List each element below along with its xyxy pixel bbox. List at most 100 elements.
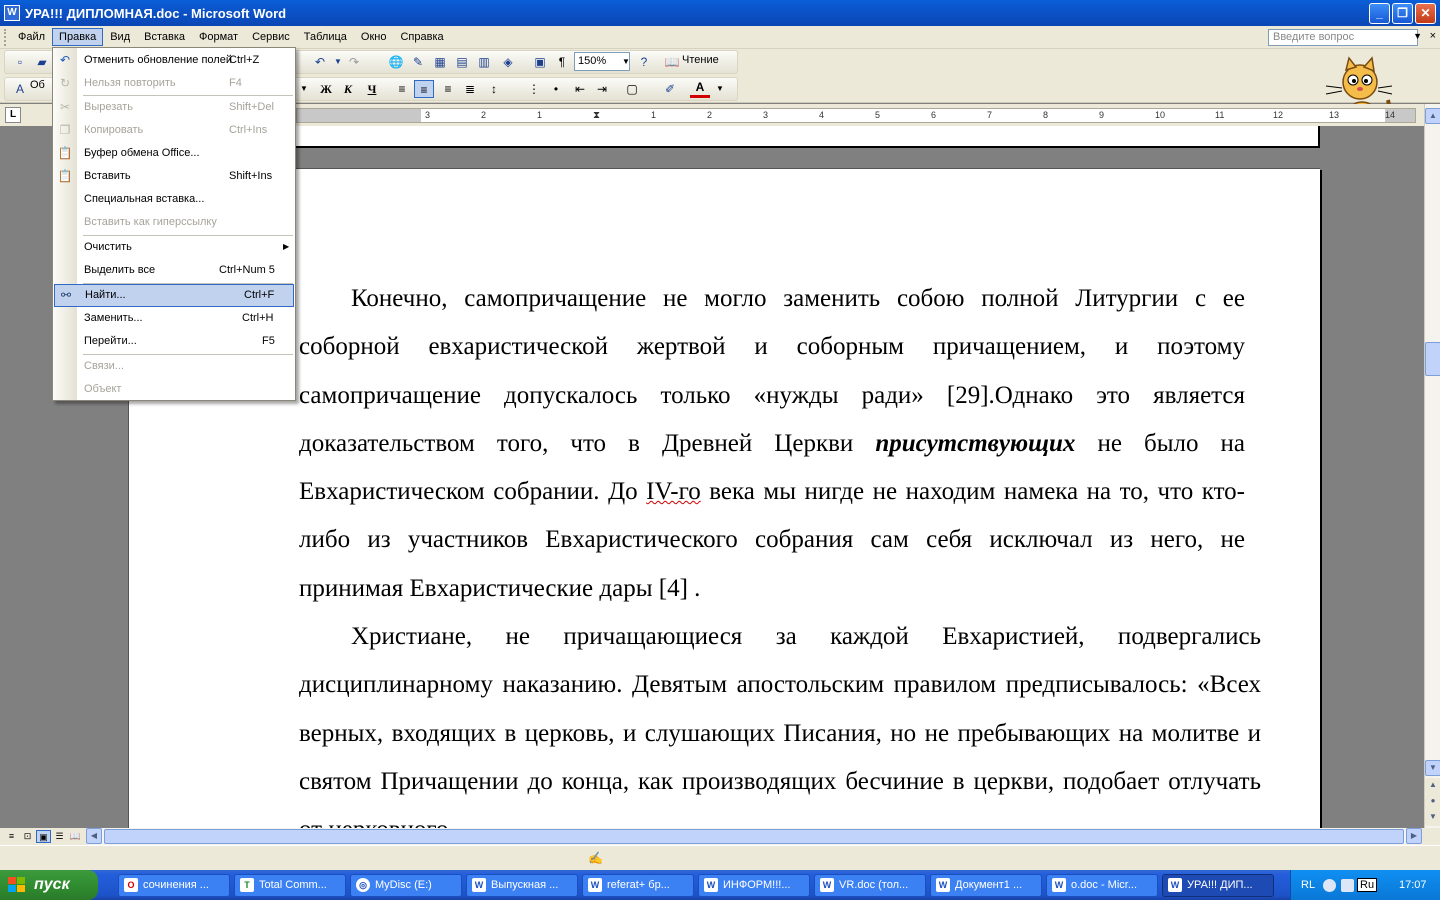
drawing-icon[interactable]: ◈ <box>498 53 518 71</box>
undo-icon[interactable]: ↶ <box>310 53 330 71</box>
menu-file[interactable]: Файл <box>11 28 52 46</box>
new-document-icon[interactable]: ▫ <box>10 53 30 71</box>
menu-window[interactable]: Окно <box>354 28 394 46</box>
menu-item-paste-hyperlink[interactable]: Вставить как гиперссылку <box>53 211 295 234</box>
start-button[interactable]: пуск <box>0 870 98 900</box>
menu-table[interactable]: Таблица <box>297 28 354 46</box>
reading-view-icon[interactable]: 📖 <box>68 830 83 843</box>
keyboard-layout-indicator[interactable]: Ru <box>1357 878 1378 892</box>
spelling-error-word[interactable]: IV-го <box>646 478 701 505</box>
tray-app-icon[interactable] <box>1341 879 1354 892</box>
reading-mode-icon[interactable]: 📖 <box>662 53 682 71</box>
scroll-left-icon[interactable]: ◀ <box>86 828 102 844</box>
show-formatting-icon[interactable]: ¶ <box>552 53 572 71</box>
menu-edit[interactable]: Правка <box>52 28 104 46</box>
print-layout-icon[interactable]: ▣ <box>36 830 51 843</box>
task-button[interactable]: W Выпускная ... <box>466 874 578 897</box>
menu-item-paste[interactable]: 📋 Вставить Shift+Ins <box>53 165 295 188</box>
tray-network-icon[interactable] <box>1323 879 1336 892</box>
task-button[interactable]: Wo.doc - Micr... <box>1046 874 1158 897</box>
redo-icon[interactable]: ↷ <box>344 53 364 71</box>
vertical-scrollbar[interactable]: ▲ ▼ ▲ ● ▼ <box>1424 104 1440 828</box>
tables-borders-icon[interactable]: ✎ <box>408 53 428 71</box>
menu-item-clear[interactable]: Очистить ▶ <box>53 236 295 259</box>
word-app-icon[interactable]: W <box>4 5 20 21</box>
menubar-grip[interactable] <box>4 28 8 46</box>
horizontal-scroll-thumb[interactable] <box>104 829 1404 844</box>
font-color-dropdown-icon[interactable]: ▼ <box>710 80 730 98</box>
menu-item-office-clipboard[interactable]: 📋 Буфер обмена Office... <box>53 142 295 165</box>
task-button-active[interactable]: W УРА!!! ДИП... <box>1162 874 1274 897</box>
align-right-icon[interactable]: ≡ <box>438 80 458 98</box>
menu-tools[interactable]: Сервис <box>245 28 297 46</box>
zoom-dropdown-icon[interactable]: ▼ <box>616 53 636 71</box>
menu-format[interactable]: Формат <box>192 28 245 46</box>
horizontal-scrollbar[interactable]: ◀ ▶ <box>86 828 1422 845</box>
menu-item-cut[interactable]: ✂ Вырезать Shift+Del <box>53 96 295 119</box>
task-button[interactable]: W Документ1 ... <box>930 874 1042 897</box>
font-color-button[interactable]: A <box>690 80 710 98</box>
insert-table-icon[interactable]: ▦ <box>430 53 450 71</box>
previous-page-icon[interactable]: ▲ <box>1425 778 1440 794</box>
menu-item-redo[interactable]: ↻ Нельзя повторить F4 <box>53 72 295 95</box>
task-button[interactable]: ◎ MyDisc (E:) <box>350 874 462 897</box>
menu-help[interactable]: Справка <box>393 28 450 46</box>
menu-view[interactable]: Вид <box>103 28 137 46</box>
help-dropdown-icon[interactable]: ▼ <box>1413 31 1422 41</box>
italic-button[interactable]: К <box>338 80 358 98</box>
menu-item-object[interactable]: Объект <box>53 378 295 401</box>
task-button[interactable]: W ИНФОРМ!!!... <box>698 874 810 897</box>
hyperlink-icon[interactable]: 🌐 <box>386 53 406 71</box>
menu-item-goto[interactable]: Перейти... F5 <box>53 330 295 353</box>
numbering-icon[interactable]: ⋮ <box>524 80 544 98</box>
menu-item-paste-special[interactable]: Специальная вставка... <box>53 188 295 211</box>
browse-object-icon[interactable]: ● <box>1425 794 1440 810</box>
task-button[interactable]: T Total Comm... <box>234 874 346 897</box>
scroll-right-icon[interactable]: ▶ <box>1406 828 1422 844</box>
close-document-button[interactable]: × <box>1430 30 1436 42</box>
web-view-icon[interactable]: ⊡ <box>20 830 35 843</box>
align-center-icon[interactable]: ≡ <box>414 80 434 98</box>
spelling-status-icon[interactable]: ✍ <box>588 851 603 865</box>
justify-icon[interactable]: ≣ <box>460 80 480 98</box>
styles-icon[interactable]: A <box>10 80 30 98</box>
scroll-up-icon[interactable]: ▲ <box>1425 108 1440 124</box>
menu-item-select-all[interactable]: Выделить все Ctrl+Num 5 <box>53 259 295 282</box>
restore-button[interactable]: ❐ <box>1392 2 1413 24</box>
horizontal-ruler[interactable]: 3 2 1 ⧗ 1 2 3 4 5 6 7 8 9 10 11 12 13 14 <box>296 108 1416 123</box>
insert-excel-icon[interactable]: ▤ <box>452 53 472 71</box>
task-button[interactable]: Wreferat+ бр... <box>582 874 694 897</box>
close-button[interactable]: ✕ <box>1415 2 1436 24</box>
open-folder-icon[interactable]: ▰ <box>32 53 52 71</box>
style-select[interactable]: Об <box>30 79 45 91</box>
minimize-button[interactable]: _ <box>1369 2 1390 24</box>
help-icon[interactable]: ? <box>634 53 654 71</box>
menu-item-replace[interactable]: Заменить... Ctrl+H <box>53 307 295 330</box>
outline-view-icon[interactable]: ☰ <box>52 830 67 843</box>
decrease-indent-icon[interactable]: ⇤ <box>570 80 590 98</box>
bold-button[interactable]: Ж <box>316 80 336 98</box>
language-indicator[interactable]: RL <box>1301 879 1315 891</box>
font-size-dropdown-icon[interactable]: ▼ <box>294 80 314 98</box>
menu-insert[interactable]: Вставка <box>137 28 192 46</box>
help-question-input[interactable]: Введите вопрос <box>1268 29 1418 46</box>
menu-item-links[interactable]: Связи... <box>53 355 295 378</box>
menu-item-copy[interactable]: ❐ Копировать Ctrl+Ins <box>53 119 295 142</box>
next-page-icon[interactable]: ▼ <box>1425 810 1440 826</box>
bullets-icon[interactable]: • <box>546 80 566 98</box>
task-button[interactable]: W VR.doc (тол... <box>814 874 926 897</box>
vertical-scroll-thumb[interactable] <box>1425 342 1440 376</box>
columns-icon[interactable]: ▥ <box>474 53 494 71</box>
borders-icon[interactable]: ▢ <box>622 80 642 98</box>
document-page[interactable]: Конечно, самопричащение не могло заменит… <box>128 168 1320 828</box>
menu-item-find[interactable]: ⚯ Найти... Ctrl+F <box>54 284 294 307</box>
line-spacing-icon[interactable]: ↕ <box>484 80 504 98</box>
menu-item-undo[interactable]: ↶ Отменить обновление полей Ctrl+Z <box>53 49 295 72</box>
task-button[interactable]: Oсочинения ... <box>118 874 230 897</box>
scroll-down-icon[interactable]: ▼ <box>1425 760 1440 776</box>
normal-view-icon[interactable]: ≡ <box>4 830 19 843</box>
document-text[interactable]: Конечно, самопричащение не могло заменит… <box>299 275 1261 828</box>
increase-indent-icon[interactable]: ⇥ <box>592 80 612 98</box>
highlight-icon[interactable]: ✐ <box>660 80 680 98</box>
tab-selector-button[interactable]: L <box>5 107 21 123</box>
